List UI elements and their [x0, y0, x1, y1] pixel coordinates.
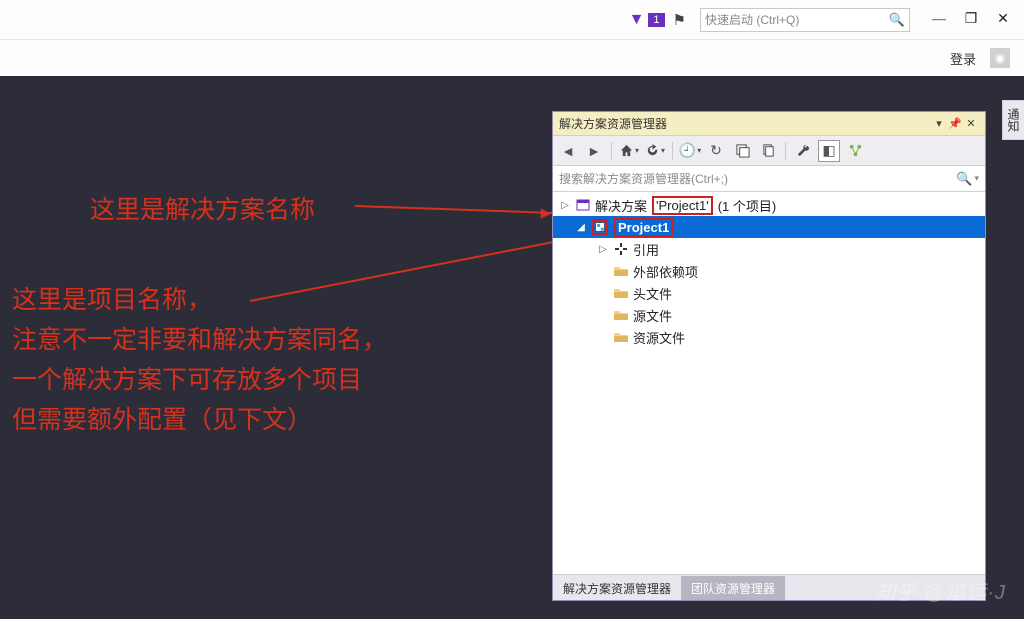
- nav-back-icon[interactable]: ◄: [557, 140, 579, 162]
- home-icon[interactable]: [618, 140, 640, 162]
- solution-tree: ▷ 解决方案 'Project1' (1 个项目) ◢ Project1 ▷ 引…: [553, 192, 985, 574]
- solution-name-highlight: 'Project1': [652, 196, 713, 215]
- resource-files-node[interactable]: 资源文件: [553, 326, 985, 348]
- tab-team-explorer[interactable]: 团队资源管理器: [681, 576, 785, 600]
- preview-icon[interactable]: ◧: [818, 140, 840, 162]
- search-icon: 🔍: [956, 171, 972, 187]
- source-files-label: 源文件: [633, 306, 672, 325]
- folder-icon: [613, 329, 629, 345]
- project-node[interactable]: ◢ Project1: [553, 216, 985, 238]
- annotation-project-line1: 这里是项目名称，: [12, 280, 212, 320]
- filter-icon[interactable]: ▼: [629, 11, 645, 29]
- notifications-side-tab[interactable]: 通知: [1002, 100, 1024, 140]
- extensions-icon[interactable]: ⚑: [673, 11, 686, 29]
- title-bar: ▼ 1 ⚑ 快速启动 (Ctrl+Q) 🔍 — ❐ ✕: [0, 0, 1024, 40]
- refresh-icon[interactable]: [644, 140, 666, 162]
- solution-node[interactable]: ▷ 解决方案 'Project1' (1 个项目): [553, 194, 985, 216]
- annotation-project-line3: 一个解决方案下可存放多个项目: [12, 360, 362, 400]
- references-label: 引用: [633, 240, 659, 259]
- close-button[interactable]: ✕: [990, 11, 1016, 28]
- watermark: 知乎 @追远·J: [875, 576, 1006, 605]
- solution-label-suffix: (1 个项目): [718, 196, 777, 215]
- solution-label-prefix: 解决方案: [595, 196, 647, 215]
- external-deps-node[interactable]: 外部依赖项: [553, 260, 985, 282]
- resource-files-label: 资源文件: [633, 328, 685, 347]
- project-icon: [592, 219, 608, 235]
- notification-count-badge[interactable]: 1: [648, 13, 664, 27]
- references-icon: [613, 241, 629, 257]
- project-name-highlight: Project1: [614, 218, 673, 237]
- properties-icon[interactable]: [792, 140, 814, 162]
- sign-in-link[interactable]: 登录: [950, 49, 976, 68]
- quick-launch-input[interactable]: 快速启动 (Ctrl+Q) 🔍: [700, 8, 910, 32]
- collapse-all-icon[interactable]: [731, 140, 753, 162]
- panel-toolbar: ◄ ► 🕘 ↻ ◧: [553, 136, 985, 166]
- toolbar-separator: [785, 142, 786, 160]
- sync-icon[interactable]: ↻: [705, 140, 727, 162]
- panel-pin-icon[interactable]: 📌: [947, 117, 963, 130]
- class-view-icon[interactable]: [844, 140, 866, 162]
- header-files-label: 头文件: [633, 284, 672, 303]
- panel-search-input[interactable]: 搜索解决方案资源管理器(Ctrl+;) 🔍 ▾: [553, 166, 985, 192]
- nav-forward-icon[interactable]: ►: [583, 140, 605, 162]
- folder-icon: [613, 263, 629, 279]
- solution-name: Project1: [659, 198, 707, 213]
- references-node[interactable]: ▷ 引用: [553, 238, 985, 260]
- expand-icon[interactable]: ▷: [559, 200, 571, 211]
- folder-icon: [613, 307, 629, 323]
- quick-launch-placeholder: 快速启动 (Ctrl+Q): [705, 11, 799, 28]
- solution-icon: [575, 197, 591, 213]
- annotation-project-line2: 注意不一定非要和解决方案同名，: [12, 320, 387, 360]
- history-icon[interactable]: 🕘: [679, 140, 701, 162]
- toolbar-separator: [611, 142, 612, 160]
- account-bar: 登录 ◉: [0, 40, 1024, 76]
- avatar-icon[interactable]: ◉: [990, 48, 1010, 68]
- tab-solution-explorer[interactable]: 解决方案资源管理器: [553, 576, 681, 600]
- panel-search-placeholder: 搜索解决方案资源管理器(Ctrl+;): [559, 170, 728, 187]
- toolbar-separator: [672, 142, 673, 160]
- folder-icon: [613, 285, 629, 301]
- show-all-files-icon[interactable]: [757, 140, 779, 162]
- solution-explorer-panel: 解决方案资源管理器 ▾ 📌 ✕ ◄ ► 🕘 ↻ ◧: [552, 111, 986, 601]
- search-icon: 🔍: [889, 12, 905, 28]
- header-files-node[interactable]: 头文件: [553, 282, 985, 304]
- panel-dropdown-icon[interactable]: ▾: [931, 117, 947, 130]
- collapse-icon[interactable]: ◢: [575, 222, 587, 233]
- panel-title-text: 解决方案资源管理器: [559, 115, 667, 132]
- external-deps-label: 外部依赖项: [633, 262, 698, 281]
- panel-title-bar: 解决方案资源管理器 ▾ 📌 ✕: [553, 112, 985, 136]
- restore-button[interactable]: ❐: [958, 11, 984, 28]
- panel-close-icon[interactable]: ✕: [963, 117, 979, 130]
- annotation-project-line4: 但需要额外配置（见下文）: [12, 400, 312, 440]
- source-files-node[interactable]: 源文件: [553, 304, 985, 326]
- annotation-solution-name: 这里是解决方案名称: [90, 190, 315, 230]
- minimize-button[interactable]: —: [926, 12, 952, 28]
- search-options-icon[interactable]: ▾: [974, 173, 979, 184]
- expand-icon[interactable]: ▷: [597, 244, 609, 255]
